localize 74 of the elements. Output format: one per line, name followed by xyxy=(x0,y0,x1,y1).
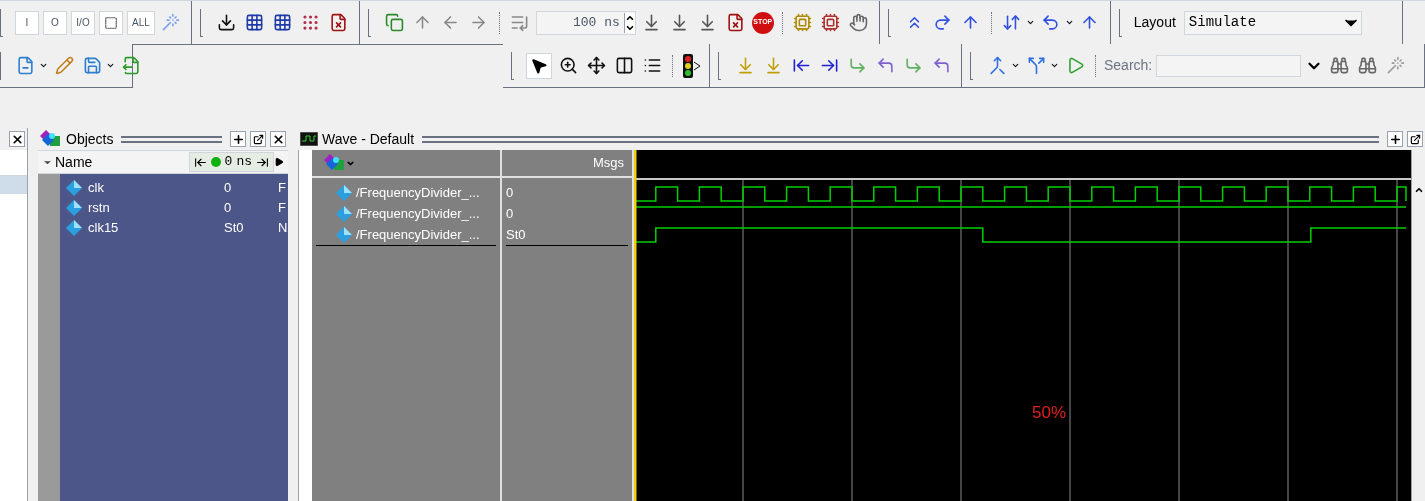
search-label: Search: xyxy=(1104,56,1153,75)
undock-icon xyxy=(252,133,264,145)
signal-value: St0 xyxy=(224,219,245,238)
drag-handle[interactable] xyxy=(121,135,222,143)
close-icon xyxy=(10,132,24,146)
signal-value: 0 xyxy=(506,204,514,223)
drag-handle[interactable] xyxy=(422,135,1379,143)
signal-name[interactable]: clk15 xyxy=(88,218,224,238)
signal-name[interactable]: clk xyxy=(88,178,224,198)
signal-value: 0 xyxy=(506,183,514,202)
annotation-text: 50% xyxy=(1032,402,1067,424)
shapes-icon xyxy=(40,130,62,148)
signal-name[interactable]: rstn xyxy=(88,198,224,218)
filter-button[interactable]: O xyxy=(43,10,67,35)
signal-path[interactable]: /FrequencyDivider_... xyxy=(356,224,480,245)
column-header[interactable]: Name xyxy=(55,151,189,173)
signal-icon xyxy=(336,226,352,243)
layout-label: Layout xyxy=(1133,13,1176,32)
signal-value: 0 xyxy=(224,199,233,218)
time-back-icon[interactable] xyxy=(193,155,207,169)
plus-icon xyxy=(1388,132,1402,146)
spinner-icon[interactable] xyxy=(623,12,635,33)
search-field[interactable] xyxy=(1156,54,1302,77)
vertical-scrollbar[interactable] xyxy=(1411,150,1425,501)
panel-title: Objects xyxy=(66,129,114,149)
bracket-icon xyxy=(104,15,118,30)
run-length-field[interactable]: 100 ns xyxy=(535,10,636,35)
filter-button[interactable]: I/O xyxy=(71,10,95,35)
time-forward-icon[interactable] xyxy=(256,155,269,169)
plus-icon xyxy=(231,132,245,146)
caret-icon[interactable] xyxy=(1011,61,1020,70)
time-value: 0 xyxy=(224,153,233,172)
dock-plus-button[interactable] xyxy=(230,131,246,147)
scroll-right-icon[interactable] xyxy=(274,157,284,167)
signal-value: 0 xyxy=(224,179,233,198)
undock-icon xyxy=(1409,133,1421,145)
panel-title: Wave - Default xyxy=(322,129,415,149)
caret-icon[interactable] xyxy=(106,61,115,70)
signal-path[interactable]: /FrequencyDivider_... xyxy=(356,182,480,203)
signal-icon xyxy=(66,220,82,236)
close-button[interactable] xyxy=(9,131,25,147)
filter-button[interactable]: I xyxy=(15,10,39,35)
close-button[interactable] xyxy=(270,131,286,147)
cursor-line[interactable] xyxy=(634,150,637,501)
close-icon xyxy=(271,132,285,146)
table-cell-text: F xyxy=(278,199,286,218)
status-dot-icon xyxy=(210,157,221,167)
signal-icon xyxy=(336,184,352,201)
undock-button[interactable] xyxy=(250,131,266,147)
traffic-light-icon[interactable] xyxy=(681,53,701,78)
signal-icon xyxy=(66,180,82,196)
caret-icon[interactable] xyxy=(1050,61,1059,70)
waveform-canvas[interactable]: 50% xyxy=(634,150,1411,501)
table-cell-text: N xyxy=(278,219,288,238)
bracket-filter-button[interactable] xyxy=(99,10,123,35)
column-header: Msgs xyxy=(592,154,624,173)
wave-window-icon xyxy=(300,132,318,146)
filter-button[interactable]: ALL xyxy=(127,10,155,35)
scroll-up-icon[interactable] xyxy=(1413,185,1424,195)
signal-path[interactable]: /FrequencyDivider_... xyxy=(356,203,480,224)
pointer-icon xyxy=(530,56,548,75)
caret-icon[interactable] xyxy=(1064,18,1074,27)
table-cell-text: F xyxy=(278,179,286,198)
caret-icon[interactable] xyxy=(1025,18,1035,27)
caret-icon[interactable] xyxy=(39,61,48,70)
signal-icon xyxy=(336,205,352,222)
dock-plus-button[interactable] xyxy=(1387,131,1403,147)
layout-select[interactable]: Simulate xyxy=(1183,10,1362,35)
signal-icon xyxy=(66,200,82,216)
undock-button[interactable] xyxy=(1407,131,1423,147)
pointer-tool[interactable] xyxy=(526,52,552,79)
time-unit: ns xyxy=(236,153,252,172)
shapes-icon xyxy=(324,154,346,172)
signal-value: St0 xyxy=(506,225,526,244)
